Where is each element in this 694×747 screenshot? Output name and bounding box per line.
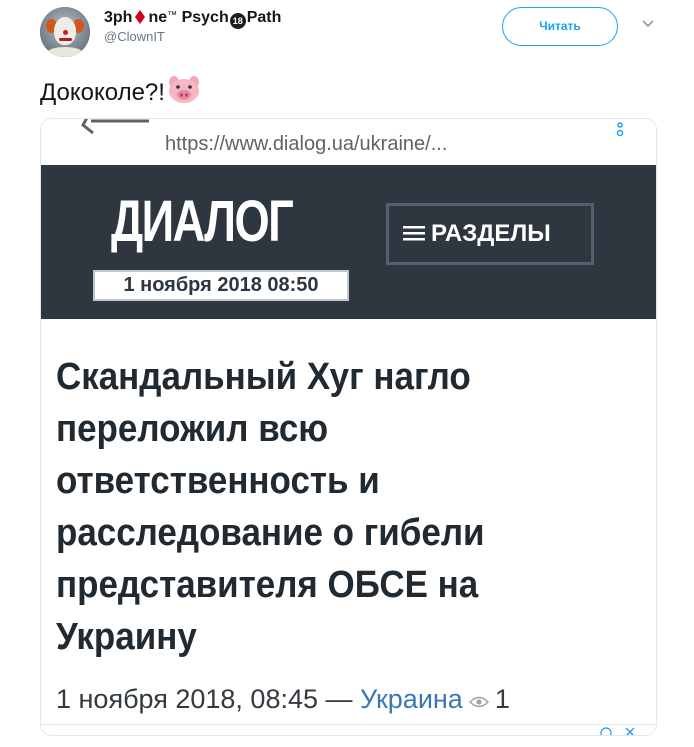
- author-name[interactable]: 3ph ne™ Psych 18 Path: [104, 6, 281, 29]
- tweet-text: Дококоле?!: [40, 76, 201, 108]
- meta-separator: —: [325, 684, 353, 714]
- site-date-box: 1 ноября 2018 08:50: [93, 270, 349, 301]
- author-name-part2: ne: [148, 9, 168, 26]
- trademark-symbol: ™: [167, 10, 178, 21]
- sections-menu-label: РАЗДЕЛЫ: [431, 220, 551, 247]
- pig-face-icon: [168, 76, 199, 103]
- article-date: 1 ноября 2018, 08:45: [56, 684, 318, 714]
- url-text[interactable]: https://www.dialog.ua/ukraine/...: [165, 131, 447, 157]
- article-views-count: 1: [494, 684, 510, 714]
- site-header: ДИАЛОГ 1 ноября 2018 08:50 РАЗДЕЛЫ: [41, 165, 656, 319]
- author-name-part1: 3ph: [104, 9, 133, 26]
- browser-url-bar: https://www.dialog.ua/ukraine/...: [41, 119, 656, 165]
- red-diamond-icon: [135, 10, 146, 24]
- follow-button[interactable]: Читать: [502, 7, 618, 46]
- author-name-part3: Psych: [181, 9, 229, 26]
- clown-nose: [63, 30, 68, 35]
- clown-mouth: [59, 38, 72, 41]
- age-18-badge-icon: 18: [229, 13, 246, 29]
- author-name-part4: Path: [246, 9, 282, 26]
- eye-icon: [468, 696, 489, 708]
- ad-strip: [41, 724, 656, 735]
- site-logo[interactable]: ДИАЛОГ: [111, 193, 294, 251]
- link-preview-card[interactable]: https://www.dialog.ua/ukraine/... ДИАЛОГ…: [40, 118, 657, 736]
- clown-collar: [48, 47, 82, 57]
- ad-choices-icon[interactable]: [596, 725, 646, 736]
- more-options-icon[interactable]: [616, 121, 624, 139]
- article-meta: 1 ноября 2018, 08:45 — Украина 1: [56, 682, 510, 716]
- hamburger-menu-icon: [403, 226, 425, 241]
- back-arrow-icon[interactable]: [81, 119, 151, 139]
- tweet-text-content: Дококоле?!: [40, 79, 165, 106]
- author-handle[interactable]: @ClownIT: [104, 29, 165, 45]
- sections-menu-button[interactable]: РАЗДЕЛЫ: [386, 203, 594, 265]
- avatar[interactable]: [40, 7, 90, 57]
- chevron-down-icon[interactable]: [642, 19, 654, 29]
- article-category-link[interactable]: Украина: [360, 684, 463, 714]
- article-headline[interactable]: Скандальный Хуг нагло переложил всю отве…: [56, 351, 599, 663]
